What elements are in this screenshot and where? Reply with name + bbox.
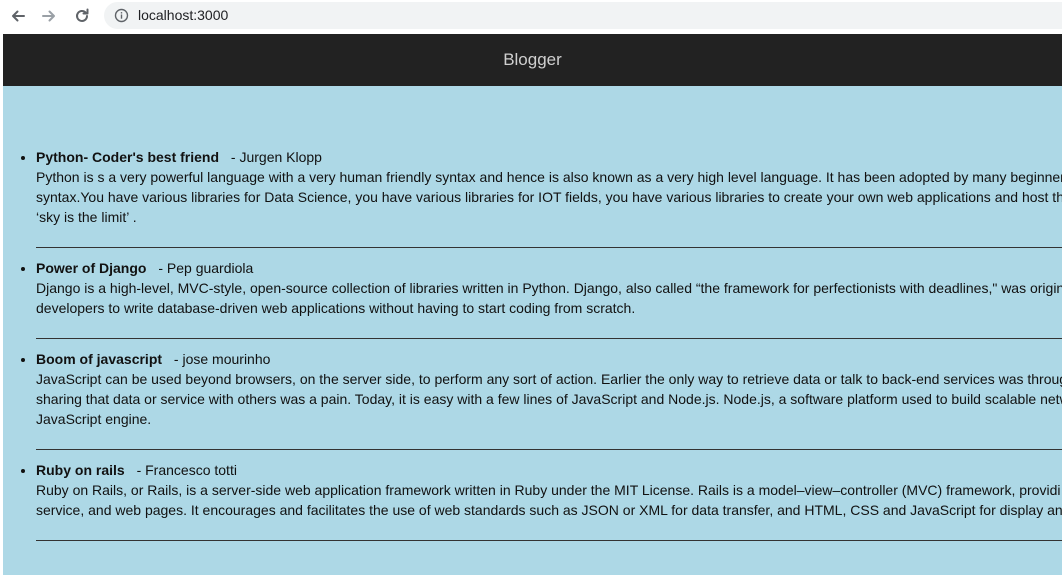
post-item: Boom of javascript - jose mourinho JavaS… [36,349,1062,450]
post-item: Power of Django - Pep guardiola Django i… [36,258,1062,339]
post-author: - jose mourinho [173,351,271,367]
post-title: Ruby on rails [36,462,125,478]
site-header: Blogger [3,34,1062,86]
post-header: Boom of javascript - jose mourinho [36,349,1062,369]
post-body-line: syntax.You have various libraries for Da… [36,189,1062,205]
site-title: Blogger [503,50,562,69]
post-title: Boom of javascript [36,351,163,367]
post-header: Python- Coder's best friend - Jurgen Klo… [36,147,1062,167]
post-body-line: sharing that data or service with others… [36,391,1062,407]
post-body-line: service, and web pages. It encourages an… [36,502,1062,518]
post-header: Ruby on rails - Francesco totti [36,460,1062,480]
post-body-line: ‘sky is the limit’ . [36,209,137,225]
post-item: Python- Coder's best friend - Jurgen Klo… [36,147,1062,248]
post-author: - Pep guardiola [158,260,254,276]
post-author: - Francesco totti [136,462,237,478]
reload-icon [76,8,89,22]
forward-arrow-icon [42,10,55,22]
post-divider [36,338,1062,339]
post-title: Python- Coder's best friend [36,149,220,165]
browser-toolbar: localhost:3000 [0,0,1062,32]
post-body: Ruby on Rails, or Rails, is a server-sid… [36,480,1062,520]
post-divider [36,540,1062,541]
back-button[interactable] [6,4,30,28]
post-item: Ruby on rails - Francesco totti Ruby on … [36,460,1062,541]
forward-button[interactable] [37,4,61,28]
post-list: Python- Coder's best friend - Jurgen Klo… [3,147,1062,551]
post-body: Python is s a very powerful language wit… [36,167,1062,227]
address-bar[interactable]: localhost:3000 [104,2,1062,29]
post-divider [36,247,1062,248]
post-title: Power of Django [36,260,147,276]
post-header: Power of Django - Pep guardiola [36,258,1062,278]
post-author: - Jurgen Klopp [230,149,322,165]
post-body-line: JavaScript can be used beyond browsers, … [36,371,1062,387]
post-body-line: Django is a high-level, MVC-style, open-… [36,280,1062,296]
back-arrow-icon [12,10,25,22]
post-body: JavaScript can be used beyond browsers, … [36,369,1062,429]
url-text[interactable]: localhost:3000 [138,7,228,24]
reload-button[interactable] [70,4,94,28]
page-viewport: Blogger Python- Coder's best friend - Ju… [3,34,1062,575]
post-body-line: Ruby on Rails, or Rails, is a server-sid… [36,482,1061,498]
post-body-line: Python is s a very powerful language wit… [36,169,1062,185]
post-divider [36,449,1062,450]
post-body-line: developers to write database-driven web … [36,300,636,316]
post-body-line: JavaScript engine. [36,411,152,427]
info-icon[interactable] [114,8,129,23]
post-body: Django is a high-level, MVC-style, open-… [36,278,1062,318]
